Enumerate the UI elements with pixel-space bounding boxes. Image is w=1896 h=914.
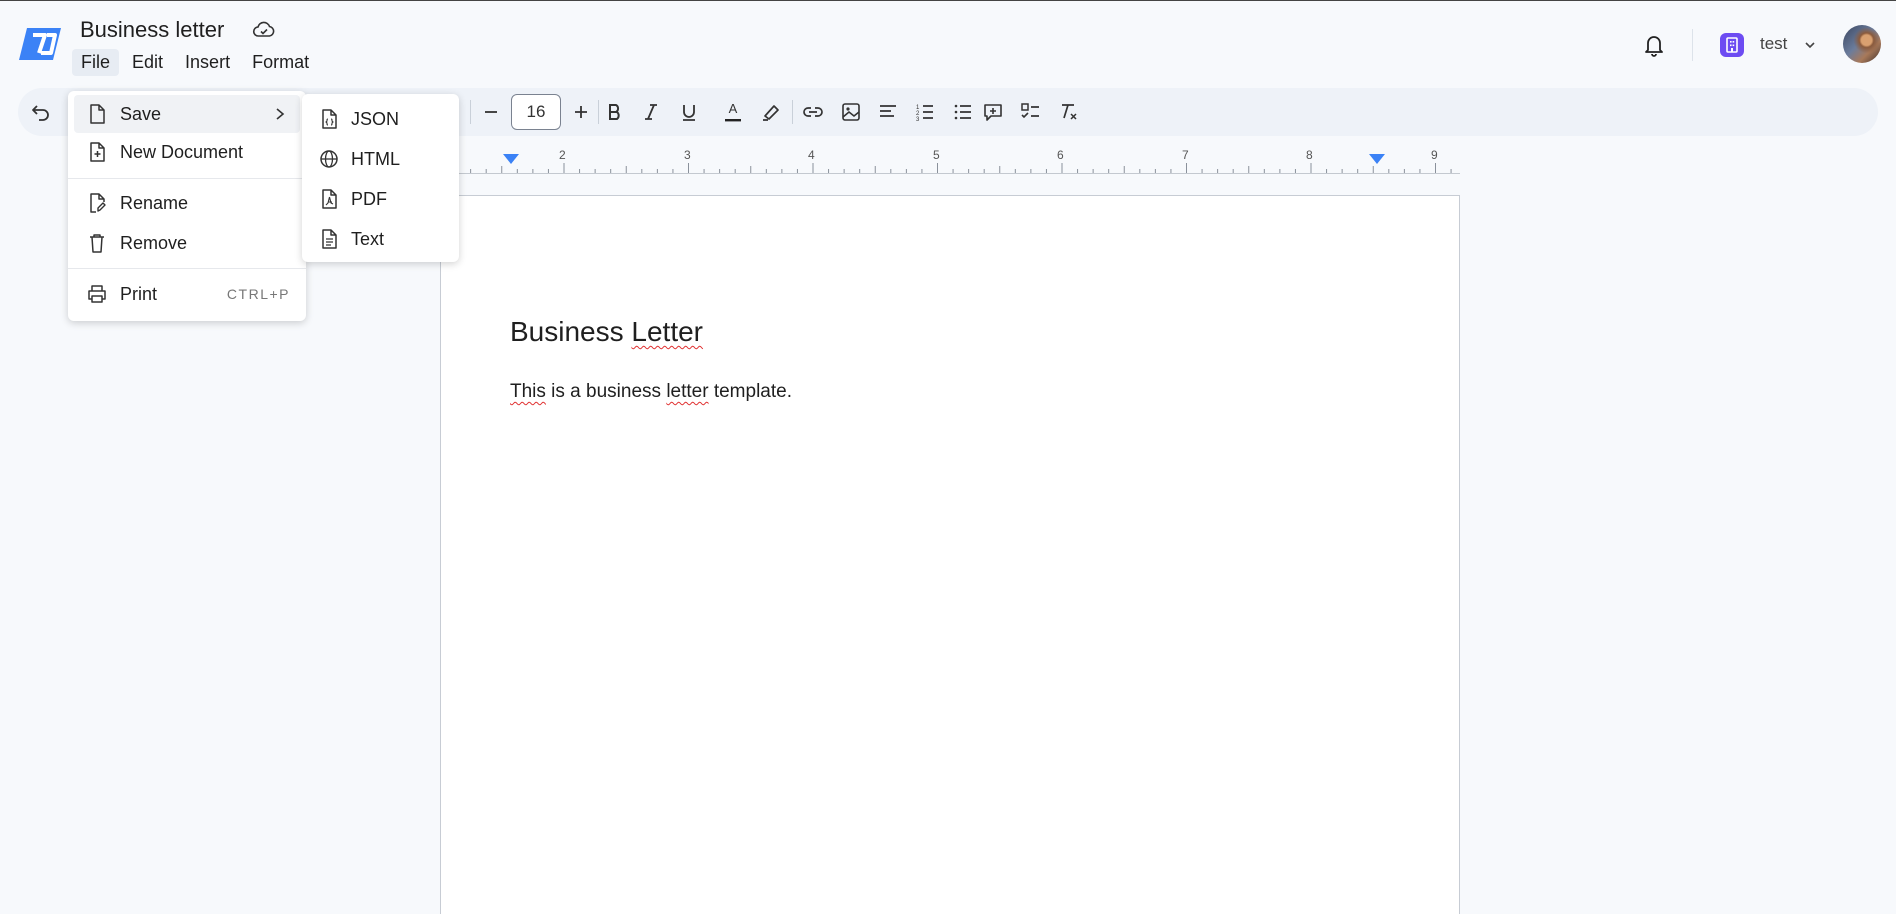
pdf-label: PDF [351, 188, 387, 209]
text-label: Text [351, 228, 385, 249]
document-title[interactable]: Business letter [80, 17, 224, 43]
misspelled-word[interactable]: letter [666, 381, 708, 402]
svg-text:A: A [729, 101, 738, 116]
menu-item-new-document[interactable]: New Document [74, 133, 300, 171]
ruler-number: 7 [1182, 148, 1189, 162]
toolbar-divider [792, 100, 793, 124]
save-as-pdf[interactable]: PDF [308, 181, 453, 217]
trash-icon [86, 232, 108, 254]
file-json-icon [318, 108, 340, 130]
heading-text: Business [510, 316, 632, 347]
menu-item-rename[interactable]: Rename [74, 184, 300, 222]
paragraph-text: is a business [545, 381, 667, 402]
toolbar-divider [598, 100, 599, 124]
save-as-json[interactable]: JSON [308, 101, 453, 137]
ruler-number: 2 [559, 148, 566, 162]
menu-insert[interactable]: Insert [176, 49, 239, 76]
print-label: Print [120, 283, 158, 304]
clear-formatting-icon[interactable] [1056, 99, 1082, 125]
bullet-list-icon[interactable] [950, 99, 976, 125]
insert-image-icon[interactable] [838, 99, 864, 125]
new-document-label: New Document [120, 141, 244, 162]
document-paragraph[interactable]: This is a business letter template. [510, 381, 792, 403]
numbered-list-icon[interactable]: 123 [912, 99, 938, 125]
notifications-bell-icon[interactable] [1643, 33, 1665, 57]
ruler-number: 4 [808, 148, 815, 162]
chevron-right-icon [274, 107, 286, 121]
text-color-button[interactable]: A [720, 99, 746, 125]
menu-item-print[interactable]: Print CTRL+P [74, 275, 300, 313]
svg-text:3: 3 [916, 117, 920, 123]
menu-item-remove[interactable]: Remove [74, 224, 300, 262]
ruler-number: 6 [1057, 148, 1064, 162]
ruler-number: 8 [1306, 148, 1313, 162]
link-icon[interactable] [800, 99, 826, 125]
decrease-font-size-button[interactable] [478, 99, 504, 125]
organization-name[interactable]: test [1760, 34, 1787, 54]
misspelled-word[interactable]: Letter [631, 316, 703, 347]
menu-format[interactable]: Format [243, 49, 318, 76]
document-page[interactable]: Business Letter This is a business lette… [440, 195, 1460, 914]
file-pen-icon [86, 192, 108, 214]
increase-font-size-button[interactable] [568, 99, 594, 125]
cloud-saved-icon [252, 21, 275, 37]
ruler: 2 3 4 5 6 7 8 9 [440, 145, 1460, 175]
add-comment-icon[interactable] [980, 99, 1006, 125]
menu-divider [68, 178, 306, 179]
paragraph-text: template. [708, 381, 792, 402]
file-menu-dropdown: Save New Document Rename Remove Print CT… [68, 91, 306, 321]
header-divider [1692, 29, 1693, 61]
align-left-icon[interactable] [875, 99, 901, 125]
json-label: JSON [351, 108, 400, 129]
right-indent-marker-icon[interactable] [1369, 154, 1385, 164]
organization-badge-icon[interactable] [1720, 33, 1744, 57]
chevron-down-icon[interactable] [1802, 37, 1818, 53]
user-avatar[interactable] [1843, 25, 1881, 63]
rename-label: Rename [120, 192, 189, 213]
file-plus-icon [86, 141, 108, 163]
italic-button[interactable] [638, 99, 664, 125]
menubar: File Edit Insert Format [72, 49, 322, 76]
save-submenu: JSON HTML PDF Text [302, 94, 459, 262]
printer-icon [86, 283, 108, 305]
file-text-icon [318, 228, 340, 250]
globe-icon [318, 148, 340, 170]
save-as-text[interactable]: Text [308, 221, 453, 257]
misspelled-word[interactable]: This [510, 381, 546, 402]
html-label: HTML [351, 148, 400, 169]
menu-file[interactable]: File [72, 49, 120, 76]
file-icon [86, 103, 108, 125]
highlight-icon[interactable] [758, 99, 784, 125]
undo-icon[interactable] [30, 101, 52, 123]
remove-label: Remove [120, 232, 188, 253]
left-indent-marker-icon[interactable] [503, 154, 519, 164]
bold-button[interactable] [601, 99, 627, 125]
save-label: Save [120, 103, 162, 124]
font-size-input[interactable]: 16 [511, 94, 561, 130]
save-as-html[interactable]: HTML [308, 141, 453, 177]
underline-button[interactable] [676, 99, 702, 125]
app-logo-icon [19, 28, 61, 60]
ruler-number: 5 [933, 148, 940, 162]
checklist-icon[interactable] [1018, 99, 1044, 125]
ruler-number: 3 [684, 148, 691, 162]
ruler-number: 9 [1431, 148, 1438, 162]
toolbar-divider [470, 100, 471, 124]
document-heading[interactable]: Business Letter [510, 316, 703, 348]
file-pdf-icon [318, 188, 340, 210]
menu-edit[interactable]: Edit [123, 49, 172, 76]
print-shortcut: CTRL+P [226, 286, 290, 302]
menu-divider [68, 268, 306, 269]
ruler-baseline [440, 173, 1460, 174]
menu-item-save[interactable]: Save [74, 95, 300, 133]
